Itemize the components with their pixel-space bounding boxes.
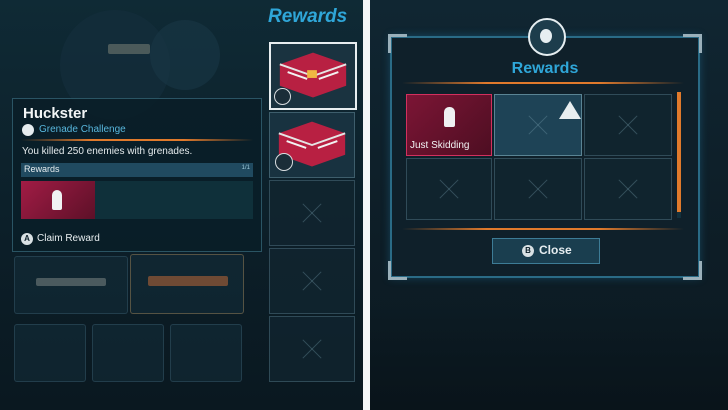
emote-figure-icon: [444, 107, 455, 127]
close-label: Close: [539, 243, 572, 257]
grenade-challenge-badge: [528, 18, 566, 56]
a-button-icon: A: [21, 233, 33, 245]
reward-slot-highlighted[interactable]: [494, 94, 582, 156]
rewards-count: 1/1: [241, 165, 250, 171]
grenade-badge-icon: [274, 88, 291, 105]
grenade-icon: [540, 29, 552, 43]
corner-bracket: [683, 261, 702, 280]
bottom-shadow: [370, 300, 728, 410]
rewards-header: Rewards: [268, 6, 348, 27]
reward-list-strip: [95, 181, 253, 219]
reward-crate-tile[interactable]: [269, 42, 357, 110]
rewards-label: Rewards: [24, 164, 60, 174]
empty-reward-slot: [494, 158, 582, 220]
divider: [402, 82, 684, 84]
divider: [21, 139, 253, 141]
item-tile[interactable]: [170, 324, 242, 382]
b-button-icon: B: [522, 245, 534, 257]
scrollbar-track[interactable]: [677, 92, 681, 218]
item-tile[interactable]: [92, 324, 164, 382]
split-divider: [363, 0, 370, 410]
reward-item-label: Just Skidding: [410, 140, 470, 151]
challenge-category: Grenade Challenge: [39, 124, 126, 135]
corner-bracket: [388, 34, 407, 53]
scrollbar-thumb[interactable]: [677, 92, 681, 212]
challenge-title: Huckster: [23, 105, 88, 122]
reward-slot-selected[interactable]: Just Skidding: [406, 94, 492, 156]
rewards-bar: Rewards 1/1: [21, 163, 253, 177]
empty-reward-slot: [584, 94, 672, 156]
empty-reward-slot: [584, 158, 672, 220]
challenge-description: You killed 250 enemies with grenades.: [22, 146, 193, 157]
close-button[interactable]: B Close: [492, 238, 600, 264]
empty-reward-slot: [269, 180, 355, 246]
empty-reward-slot: [269, 248, 355, 314]
rewards-dialog-screen: Rewards Just Skidding B Close: [370, 0, 728, 410]
grenade-icon: [22, 124, 34, 136]
gun-silhouette-icon: [108, 44, 150, 54]
divider: [402, 228, 684, 230]
cursor-triangle-icon: [559, 101, 581, 119]
corner-bracket: [388, 261, 407, 280]
rewards-dialog: Rewards Just Skidding B Close: [388, 34, 702, 280]
gun-silhouette-icon: [36, 278, 106, 286]
challenge-card: Huckster Grenade Challenge You killed 25…: [12, 98, 262, 252]
claim-reward-button[interactable]: Claim Reward: [37, 233, 100, 244]
empty-reward-slot: [406, 158, 492, 220]
challenges-screen: Rewards Huckster Grenade Challenge You k…: [0, 0, 363, 410]
gun-silhouette-icon: [148, 276, 228, 286]
dialog-title: Rewards: [511, 60, 579, 77]
reward-item-tile[interactable]: [21, 181, 95, 219]
corner-bracket: [683, 34, 702, 53]
emote-figure-icon: [52, 190, 62, 210]
skull-badge-icon: [275, 153, 293, 171]
reward-crate-tile[interactable]: [269, 112, 355, 178]
empty-reward-slot: [269, 316, 355, 382]
hex-emblem-icon: [150, 20, 220, 90]
item-tile[interactable]: [14, 324, 86, 382]
